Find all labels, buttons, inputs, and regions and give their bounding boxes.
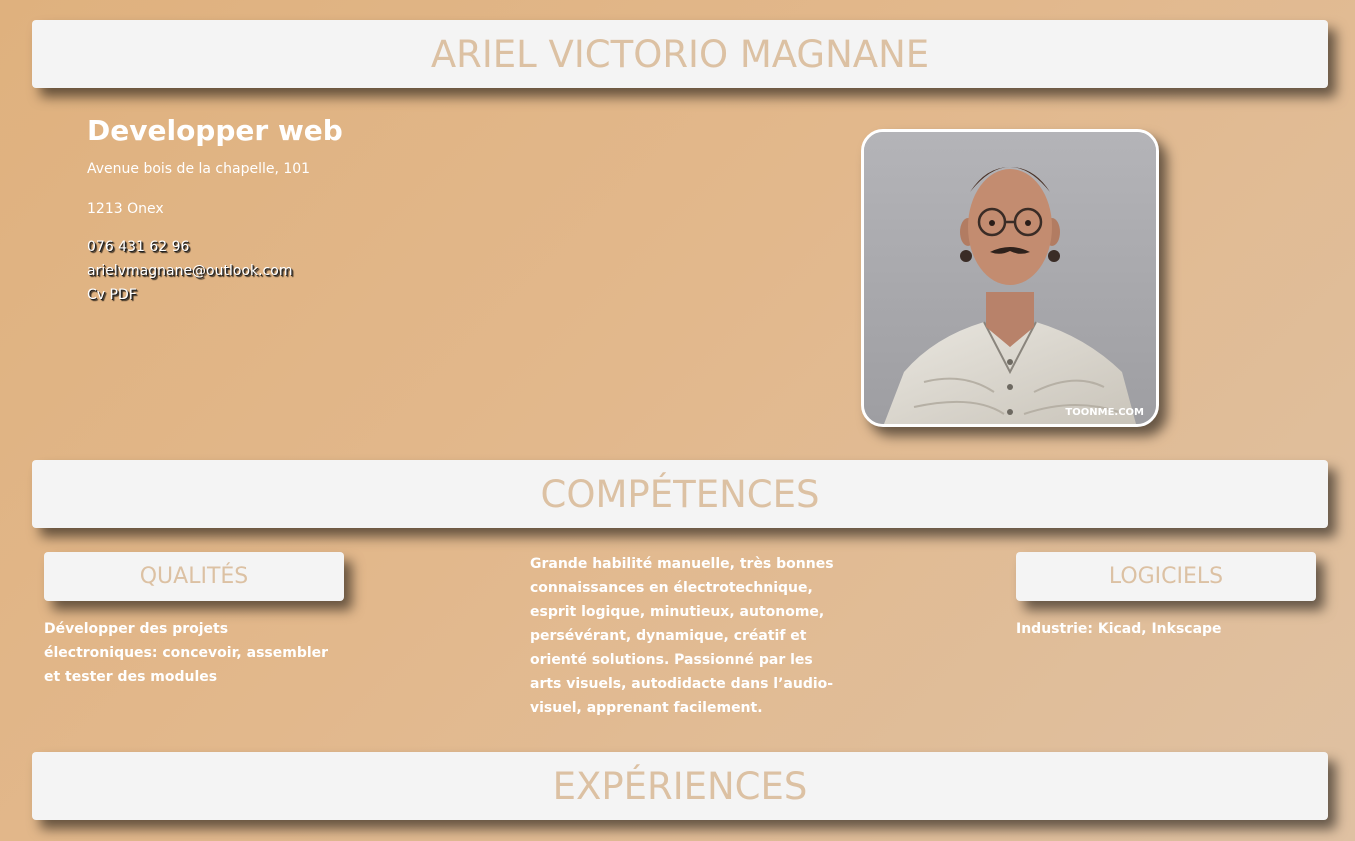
logiciels-banner: LOGICIELS [1016, 552, 1316, 601]
experiences-banner: EXPÉRIENCES [32, 752, 1328, 820]
phone-link[interactable]: 076 431 62 96 [87, 239, 587, 255]
watermark-text: TOONME.COM [1065, 407, 1144, 418]
profile-section: Developper web Avenue bois de la chapell… [87, 114, 587, 303]
competences-banner: COMPÉTENCES [32, 460, 1328, 528]
cv-pdf-link[interactable]: Cv PDF [87, 287, 587, 303]
address-line-1: Avenue bois de la chapelle, 101 [87, 161, 311, 177]
address-line-2: 1213 Onex [87, 201, 164, 217]
email-link[interactable]: arielvmagnane@outlook.com [87, 263, 587, 279]
job-title: Developper web [87, 114, 343, 147]
portrait-illustration: TOONME.COM [864, 132, 1156, 424]
name-banner: ARIEL VICTORIO MAGNANE [32, 20, 1328, 88]
skills-description: Grande habilité manuelle, très bonnes co… [530, 556, 834, 716]
profile-photo: TOONME.COM [861, 129, 1159, 427]
logiciels-title: LOGICIELS [1108, 564, 1224, 589]
logiciels-text: Industrie: Kicad, Inkscape [1016, 621, 1222, 637]
experiences-title: EXPÉRIENCES [552, 764, 808, 808]
qualites-title: QUALITÉS [139, 564, 249, 589]
qualites-text: Développer des projets électroniques: co… [44, 621, 329, 685]
competences-title: COMPÉTENCES [540, 472, 820, 516]
qualites-banner: QUALITÉS [44, 552, 344, 601]
contact-links: 076 431 62 96 arielvmagnane@outlook.com … [87, 239, 587, 303]
page-title: ARIEL VICTORIO MAGNANE [430, 32, 930, 76]
